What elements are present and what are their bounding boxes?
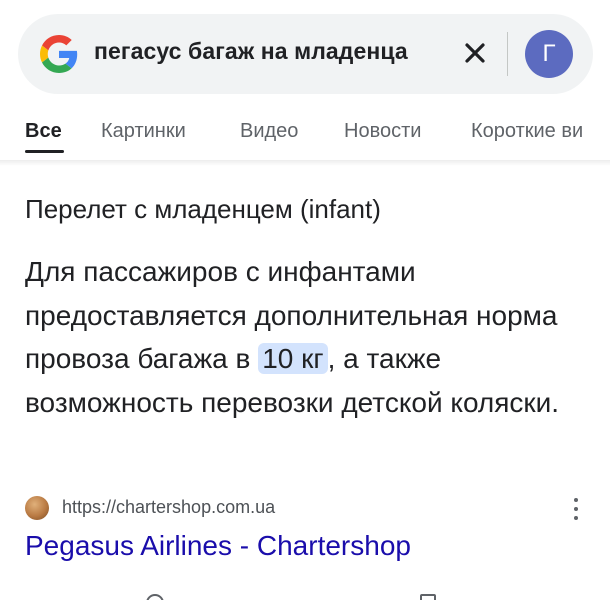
tab-images[interactable]: Картинки (101, 120, 186, 143)
snippet-text: Для пассажиров с инфантами предоставляет… (25, 250, 600, 424)
google-logo-icon[interactable] (40, 35, 78, 73)
search-tabs: Все Картинки Видео Новости Короткие ви (0, 112, 610, 160)
avatar[interactable]: Г (525, 30, 573, 78)
active-tab-indicator (25, 150, 64, 153)
result-footer-peek (0, 588, 610, 600)
snippet-title: Перелет с младенцем (infant) (25, 194, 381, 224)
tab-short-videos[interactable]: Короткие ви (471, 120, 583, 143)
site-favicon-icon (25, 496, 49, 520)
tab-all[interactable]: Все (25, 120, 62, 143)
tab-videos[interactable]: Видео (240, 120, 298, 143)
search-query-text[interactable]: пегасус багаж на младенца (94, 38, 408, 65)
snippet-highlight: 10 кг (258, 343, 328, 374)
result-title-link[interactable]: Pegasus Airlines - Chartershop (25, 530, 411, 562)
result-url[interactable]: https://chartershop.com.ua (62, 497, 275, 518)
footer-icon-right[interactable] (420, 594, 436, 600)
tab-news[interactable]: Новости (344, 120, 421, 143)
search-divider (507, 32, 508, 76)
close-icon[interactable] (458, 36, 492, 70)
result-source[interactable]: https://chartershop.com.ua (25, 494, 595, 524)
more-vert-icon[interactable] (570, 498, 582, 524)
footer-icon-left[interactable] (146, 594, 164, 600)
search-bar[interactable]: пегасус багаж на младенца Г (18, 14, 593, 94)
tabs-shadow (0, 160, 610, 166)
